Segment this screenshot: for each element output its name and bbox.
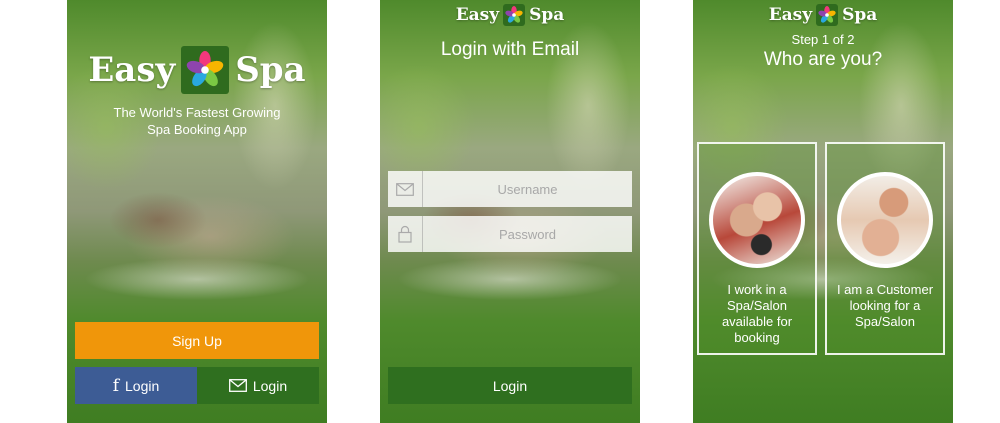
- customer-option-text: I am a Customer looking for a Spa/Salon: [836, 282, 934, 329]
- logo-word-easy: Easy: [768, 5, 813, 25]
- salon-worker-photo: [709, 172, 805, 268]
- app-logo: Easy Spa: [693, 4, 953, 26]
- sign-up-label: Sign Up: [172, 332, 222, 349]
- email-login-label: Login: [252, 377, 288, 394]
- facebook-icon: f: [112, 375, 120, 396]
- spa-salon-option[interactable]: I work in a Spa/Salon available for book…: [697, 142, 817, 355]
- tagline-line-1: The World's Fastest Growing: [113, 105, 281, 120]
- flower-logo-icon: [503, 4, 526, 26]
- flower-logo-icon: [181, 46, 230, 94]
- welcome-screen: Easy Spa The World's Fastest Growing Spa…: [67, 0, 327, 423]
- role-select-screen: Easy Spa Step 1 of 2 Who are you? I work…: [693, 0, 953, 423]
- page-title: Login with Email: [440, 39, 580, 60]
- app-logo: Easy Spa: [67, 46, 327, 94]
- email-login-screen: Easy Spa Login with Email Username Login: [380, 0, 640, 423]
- email-login-button[interactable]: Login: [197, 367, 319, 404]
- logo-word-easy: Easy: [88, 50, 176, 90]
- customer-option[interactable]: I am a Customer looking for a Spa/Salon: [825, 142, 945, 355]
- login-button[interactable]: Login: [388, 367, 632, 404]
- logo-word-spa: Spa: [235, 50, 306, 90]
- username-input[interactable]: [423, 171, 632, 207]
- logo-word-spa: Spa: [529, 5, 565, 25]
- logo-word-spa: Spa: [842, 5, 878, 25]
- login-label: Login: [492, 377, 528, 394]
- username-field[interactable]: [388, 171, 632, 207]
- logo-word-easy: Easy: [455, 5, 500, 25]
- password-input[interactable]: [423, 216, 632, 252]
- facebook-login-button[interactable]: f Login: [75, 367, 197, 404]
- envelope-icon: [388, 171, 423, 207]
- sign-up-button[interactable]: Sign Up: [75, 322, 319, 359]
- envelope-icon: [228, 379, 247, 392]
- spa-salon-option-text: I work in a Spa/Salon available for book…: [721, 282, 793, 345]
- page-title: Who are you?: [763, 49, 883, 70]
- password-field[interactable]: [388, 216, 632, 252]
- customer-photo: [837, 172, 933, 268]
- facebook-login-label: Login: [125, 377, 160, 394]
- tagline-line-2: Spa Booking App: [147, 122, 247, 137]
- lock-icon: [388, 216, 423, 252]
- step-indicator: Step 1 of 2: [791, 32, 855, 47]
- app-logo: Easy Spa: [380, 4, 640, 26]
- tagline: The World's Fastest Growing Spa Booking …: [67, 104, 327, 138]
- flower-logo-icon: [816, 4, 839, 26]
- background-image: [380, 0, 640, 423]
